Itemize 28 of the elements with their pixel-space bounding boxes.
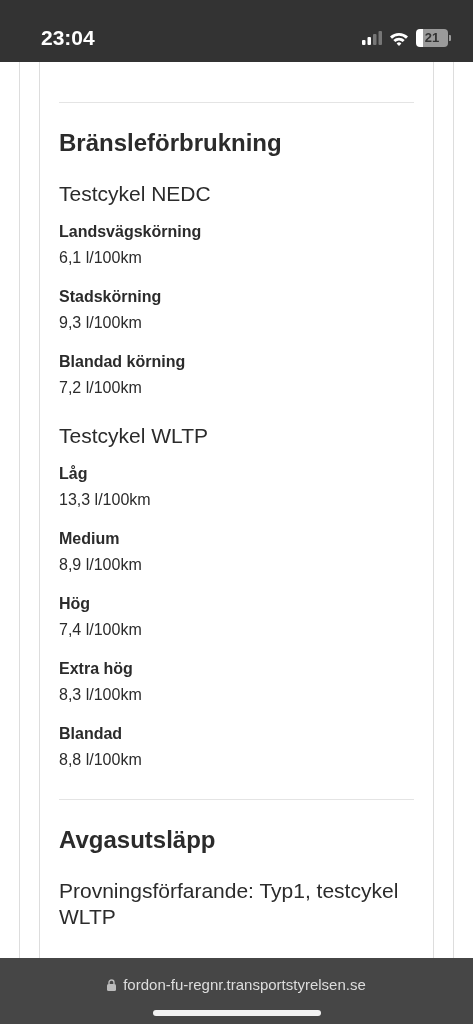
field-label: Blandad körning: [59, 352, 187, 372]
subsection-heading: Testcykel NEDC: [59, 181, 212, 207]
home-indicator[interactable]: [152, 1010, 321, 1016]
wifi-icon: [389, 30, 409, 46]
clock-time: 23:04: [41, 26, 95, 50]
section-heading: Bränsleförbrukning: [59, 128, 283, 158]
section-heading: Avgasutsläpp: [59, 825, 217, 855]
field-label: Låg: [59, 464, 89, 484]
subsection-heading: Testcykel WLTP: [59, 423, 209, 449]
field-label: Stadskörning: [59, 287, 163, 307]
field-value: 7,2 l/100km: [59, 378, 143, 398]
url-text[interactable]: fordon-fu-regnr.transportstyrelsen.se: [123, 976, 366, 993]
field-value: 9,3 l/100km: [59, 313, 143, 333]
signal-icon: [362, 31, 382, 45]
field-value: 13,3 l/100km: [59, 490, 152, 510]
field-value: 8,3 l/100km: [59, 685, 143, 705]
field-label: Extra hög: [59, 659, 134, 679]
field-label: Hög: [59, 594, 92, 614]
field-label: Landsvägskörning: [59, 222, 203, 242]
field-value: 6,1 l/100km: [59, 248, 143, 268]
subsection-heading: Provningsförfarande: Typ1, testcykel WLTP: [59, 878, 400, 930]
battery-indicator: 21: [416, 29, 451, 47]
field-value: 8,9 l/100km: [59, 555, 143, 575]
field-label: Blandad: [59, 724, 124, 744]
lock-icon: [107, 978, 117, 991]
field-value: 8,8 l/100km: [59, 750, 143, 770]
field-value: 7,4 l/100km: [59, 620, 143, 640]
field-label: Medium: [59, 529, 121, 549]
